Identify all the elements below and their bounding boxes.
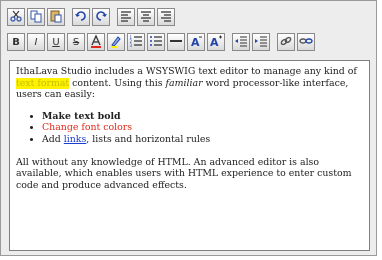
indent-icon — [254, 34, 268, 51]
copy-icon — [29, 9, 43, 26]
outdent-icon — [234, 34, 248, 51]
intro-text: IthaLava Studio includes a WSYSWIG text … — [16, 66, 357, 77]
wysiwyg-editor: B I U S 123 A A IthaLava Studio includes… — [0, 0, 377, 256]
bulleted-list-button[interactable] — [147, 33, 165, 51]
align-center-button[interactable] — [137, 8, 155, 26]
font-size-increase-button[interactable]: A — [207, 33, 225, 51]
strikethrough-icon: S — [72, 36, 80, 48]
links-link[interactable]: links — [64, 134, 87, 145]
redo-icon — [94, 9, 108, 26]
redo-button[interactable] — [92, 8, 110, 26]
paragraph-intro: IthaLava Studio includes a WSYSWIG text … — [16, 66, 365, 101]
unlink-icon — [299, 34, 313, 51]
horizontal-rule-icon — [169, 34, 183, 51]
bold-text: Make text bold — [42, 110, 121, 122]
highlighted-text: text format — [16, 77, 70, 89]
strikethrough-button[interactable]: S — [67, 33, 85, 51]
indent-button[interactable] — [252, 33, 270, 51]
highlight-pen-icon — [109, 34, 123, 51]
undo-button[interactable] — [72, 8, 90, 26]
toolbar-row-1 — [7, 8, 177, 26]
list-item: Make text bold — [42, 111, 365, 123]
editor-content-area[interactable]: IthaLava Studio includes a WSYSWIG text … — [9, 60, 370, 251]
toolbar-row-2: B I U S 123 A A — [7, 33, 317, 51]
align-right-icon — [159, 9, 173, 26]
align-center-icon — [139, 9, 153, 26]
list-text-2: , lists and horizontal rules — [86, 133, 211, 145]
cut-button[interactable] — [7, 8, 25, 26]
italic-text: familiar — [165, 77, 203, 89]
svg-text:A: A — [191, 36, 200, 48]
list-text: Add — [42, 133, 64, 145]
align-left-icon — [119, 9, 133, 26]
numbered-list-button[interactable]: 123 — [127, 33, 145, 51]
underline-button[interactable]: U — [47, 33, 65, 51]
copy-button[interactable] — [27, 8, 45, 26]
link-icon — [279, 34, 293, 51]
list-item: Add links, lists and horizontal rules — [42, 134, 365, 146]
feature-list: Make text bold Change font colors Add li… — [16, 111, 365, 146]
outdent-button[interactable] — [232, 33, 250, 51]
font-size-decrease-button[interactable]: A — [187, 33, 205, 51]
paste-button[interactable] — [47, 8, 65, 26]
paragraph-advanced: All without any knowledge of HTML. An ad… — [16, 156, 352, 191]
insert-link-button[interactable] — [277, 33, 295, 51]
italic-button[interactable]: I — [27, 33, 45, 51]
font-size-decrease-icon: A — [189, 34, 203, 51]
numbered-list-icon: 123 — [129, 34, 143, 51]
font-size-increase-icon: A — [209, 34, 223, 51]
undo-icon — [74, 9, 88, 26]
horizontal-rule-button[interactable] — [167, 33, 185, 51]
intro-text-2: content. Using this — [69, 77, 166, 89]
cut-icon — [9, 9, 23, 26]
list-item: Change font colors — [42, 122, 365, 134]
align-left-button[interactable] — [117, 8, 135, 26]
red-text: Change font colors — [42, 122, 133, 134]
paste-icon — [49, 9, 63, 26]
svg-text:3: 3 — [130, 43, 133, 48]
bulleted-list-icon — [149, 34, 163, 51]
unlink-button[interactable] — [297, 33, 315, 51]
font-color-icon — [89, 33, 103, 51]
highlight-button[interactable] — [107, 33, 125, 51]
bold-icon: B — [12, 36, 20, 48]
bold-button[interactable]: B — [7, 33, 25, 51]
font-color-button[interactable] — [87, 33, 105, 51]
underline-icon: U — [52, 36, 60, 48]
align-right-button[interactable] — [157, 8, 175, 26]
svg-text:A: A — [210, 36, 219, 48]
italic-icon: I — [34, 36, 38, 48]
